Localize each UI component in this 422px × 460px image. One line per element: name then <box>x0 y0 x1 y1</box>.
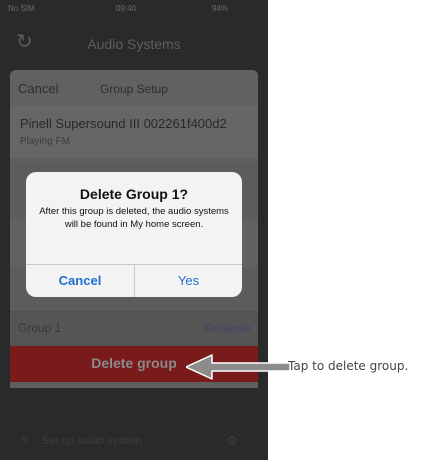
bottom-bar: ✎ Set up audio system ⚙ <box>0 428 268 458</box>
group-row: Group 1 Rename <box>10 310 258 346</box>
wrench-icon: ✎ <box>20 435 30 447</box>
clock-label: 09:40 <box>116 4 137 13</box>
device-name: Pinell Supersound III 002261f400d2 <box>20 116 227 131</box>
sheet-title: Group Setup <box>99 82 169 96</box>
carrier-label: No SIM <box>8 4 35 13</box>
status-bar: No SIM 09:40 94% <box>0 0 268 18</box>
callout-arrow-icon <box>186 354 290 380</box>
delete-confirm-dialog: Delete Group 1? After this group is dele… <box>26 172 242 297</box>
rename-button[interactable]: Rename <box>205 321 250 335</box>
dialog-message: After this group is deleted, the audio s… <box>39 206 229 230</box>
phone-screen: No SIM 09:40 94% ↻ Audio Systems Cancel … <box>0 0 268 460</box>
callout-text: Tap to delete group. <box>288 359 409 373</box>
device-status: Playing FM <box>20 136 71 147</box>
group-name: Group 1 <box>18 321 62 335</box>
battery-label: 94% <box>212 4 229 13</box>
dialog-cancel-button[interactable]: Cancel <box>26 265 134 297</box>
sheet-header: Cancel Group Setup <box>10 70 258 106</box>
device-row[interactable]: Pinell Supersound III 002261f400d2 Playi… <box>10 106 258 158</box>
dialog-yes-button[interactable]: Yes <box>135 265 242 297</box>
setup-audio-system-link[interactable]: Set up audio system <box>42 435 142 447</box>
nav-bar: ↻ Audio Systems <box>0 20 268 70</box>
page-title: Audio Systems <box>87 36 181 52</box>
gear-icon[interactable]: ⚙ <box>226 433 238 449</box>
dialog-title: Delete Group 1? <box>79 186 189 202</box>
